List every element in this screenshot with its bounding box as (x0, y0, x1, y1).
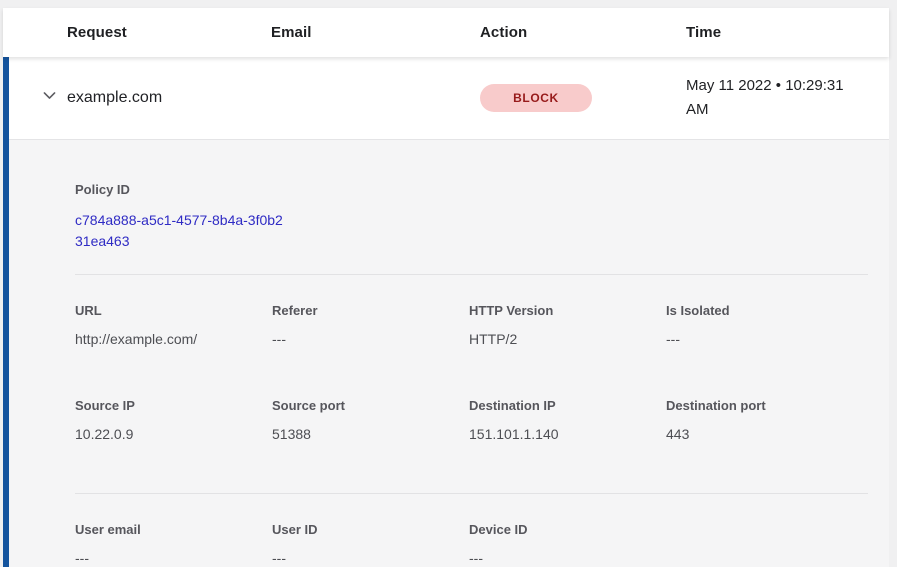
column-header-action: Action (480, 24, 686, 41)
source-port-field: Source port 51388 (272, 398, 469, 443)
field-label: HTTP Version (469, 303, 666, 319)
device-id-field: Device ID --- (469, 522, 666, 567)
log-table: Request Email Action Time example.com BL… (3, 8, 889, 567)
request-cell: example.com (67, 89, 271, 107)
field-label: URL (75, 303, 272, 319)
field-value: --- (272, 331, 469, 348)
table-header-row: Request Email Action Time (3, 8, 889, 57)
details-row-3: User email --- User ID --- Device ID --- (75, 522, 868, 567)
column-header-time: Time (686, 24, 889, 41)
details-row-1: URL http://example.com/ Referer --- HTTP… (75, 303, 868, 348)
field-label: Referer (272, 303, 469, 319)
field-value: --- (75, 550, 272, 567)
is-isolated-field: Is Isolated --- (666, 303, 863, 348)
field-label: Device ID (469, 522, 666, 538)
policy-id-field: Policy ID c784a888-a5c1-4577-8b4a-3f0b23… (75, 182, 868, 252)
divider (75, 493, 868, 494)
chevron-down-icon (41, 87, 58, 109)
field-value: HTTP/2 (469, 331, 666, 348)
row-expand-toggle[interactable] (9, 87, 67, 109)
field-label: Destination IP (469, 398, 666, 414)
field-value: 10.22.0.9 (75, 426, 272, 443)
destination-ip-field: Destination IP 151.101.1.140 (469, 398, 666, 443)
details-row-2: Source IP 10.22.0.9 Source port 51388 De… (75, 398, 868, 443)
field-label: Source IP (75, 398, 272, 414)
http-version-field: HTTP Version HTTP/2 (469, 303, 666, 348)
url-field: URL http://example.com/ (75, 303, 272, 348)
table-row[interactable]: example.com BLOCK May 11 2022 • 10:29:31… (9, 57, 889, 140)
status-badge: BLOCK (480, 84, 592, 112)
policy-id-link[interactable]: c784a888-a5c1-4577-8b4a-3f0b231ea463 (75, 210, 285, 252)
field-value: --- (666, 331, 863, 348)
divider (75, 274, 868, 275)
row-details-panel: Policy ID c784a888-a5c1-4577-8b4a-3f0b23… (9, 140, 889, 567)
user-email-field: User email --- (75, 522, 272, 567)
field-value: http://example.com/ (75, 331, 272, 348)
user-id-field: User ID --- (272, 522, 469, 567)
field-label: User email (75, 522, 272, 538)
field-value: 151.101.1.140 (469, 426, 666, 443)
referer-field: Referer --- (272, 303, 469, 348)
field-value: 51388 (272, 426, 469, 443)
field-label: User ID (272, 522, 469, 538)
field-value: --- (272, 550, 469, 567)
policy-id-label: Policy ID (75, 182, 868, 198)
field-value: 443 (666, 426, 863, 443)
field-label: Destination port (666, 398, 863, 414)
column-header-email: Email (271, 24, 480, 41)
expanded-row-group: example.com BLOCK May 11 2022 • 10:29:31… (3, 57, 889, 567)
source-ip-field: Source IP 10.22.0.9 (75, 398, 272, 443)
field-label: Is Isolated (666, 303, 863, 319)
column-header-request: Request (67, 24, 271, 41)
time-cell: May 11 2022 • 10:29:31 AM (686, 74, 889, 122)
field-value: --- (469, 550, 666, 567)
destination-port-field: Destination port 443 (666, 398, 863, 443)
action-cell: BLOCK (480, 84, 686, 112)
field-label: Source port (272, 398, 469, 414)
